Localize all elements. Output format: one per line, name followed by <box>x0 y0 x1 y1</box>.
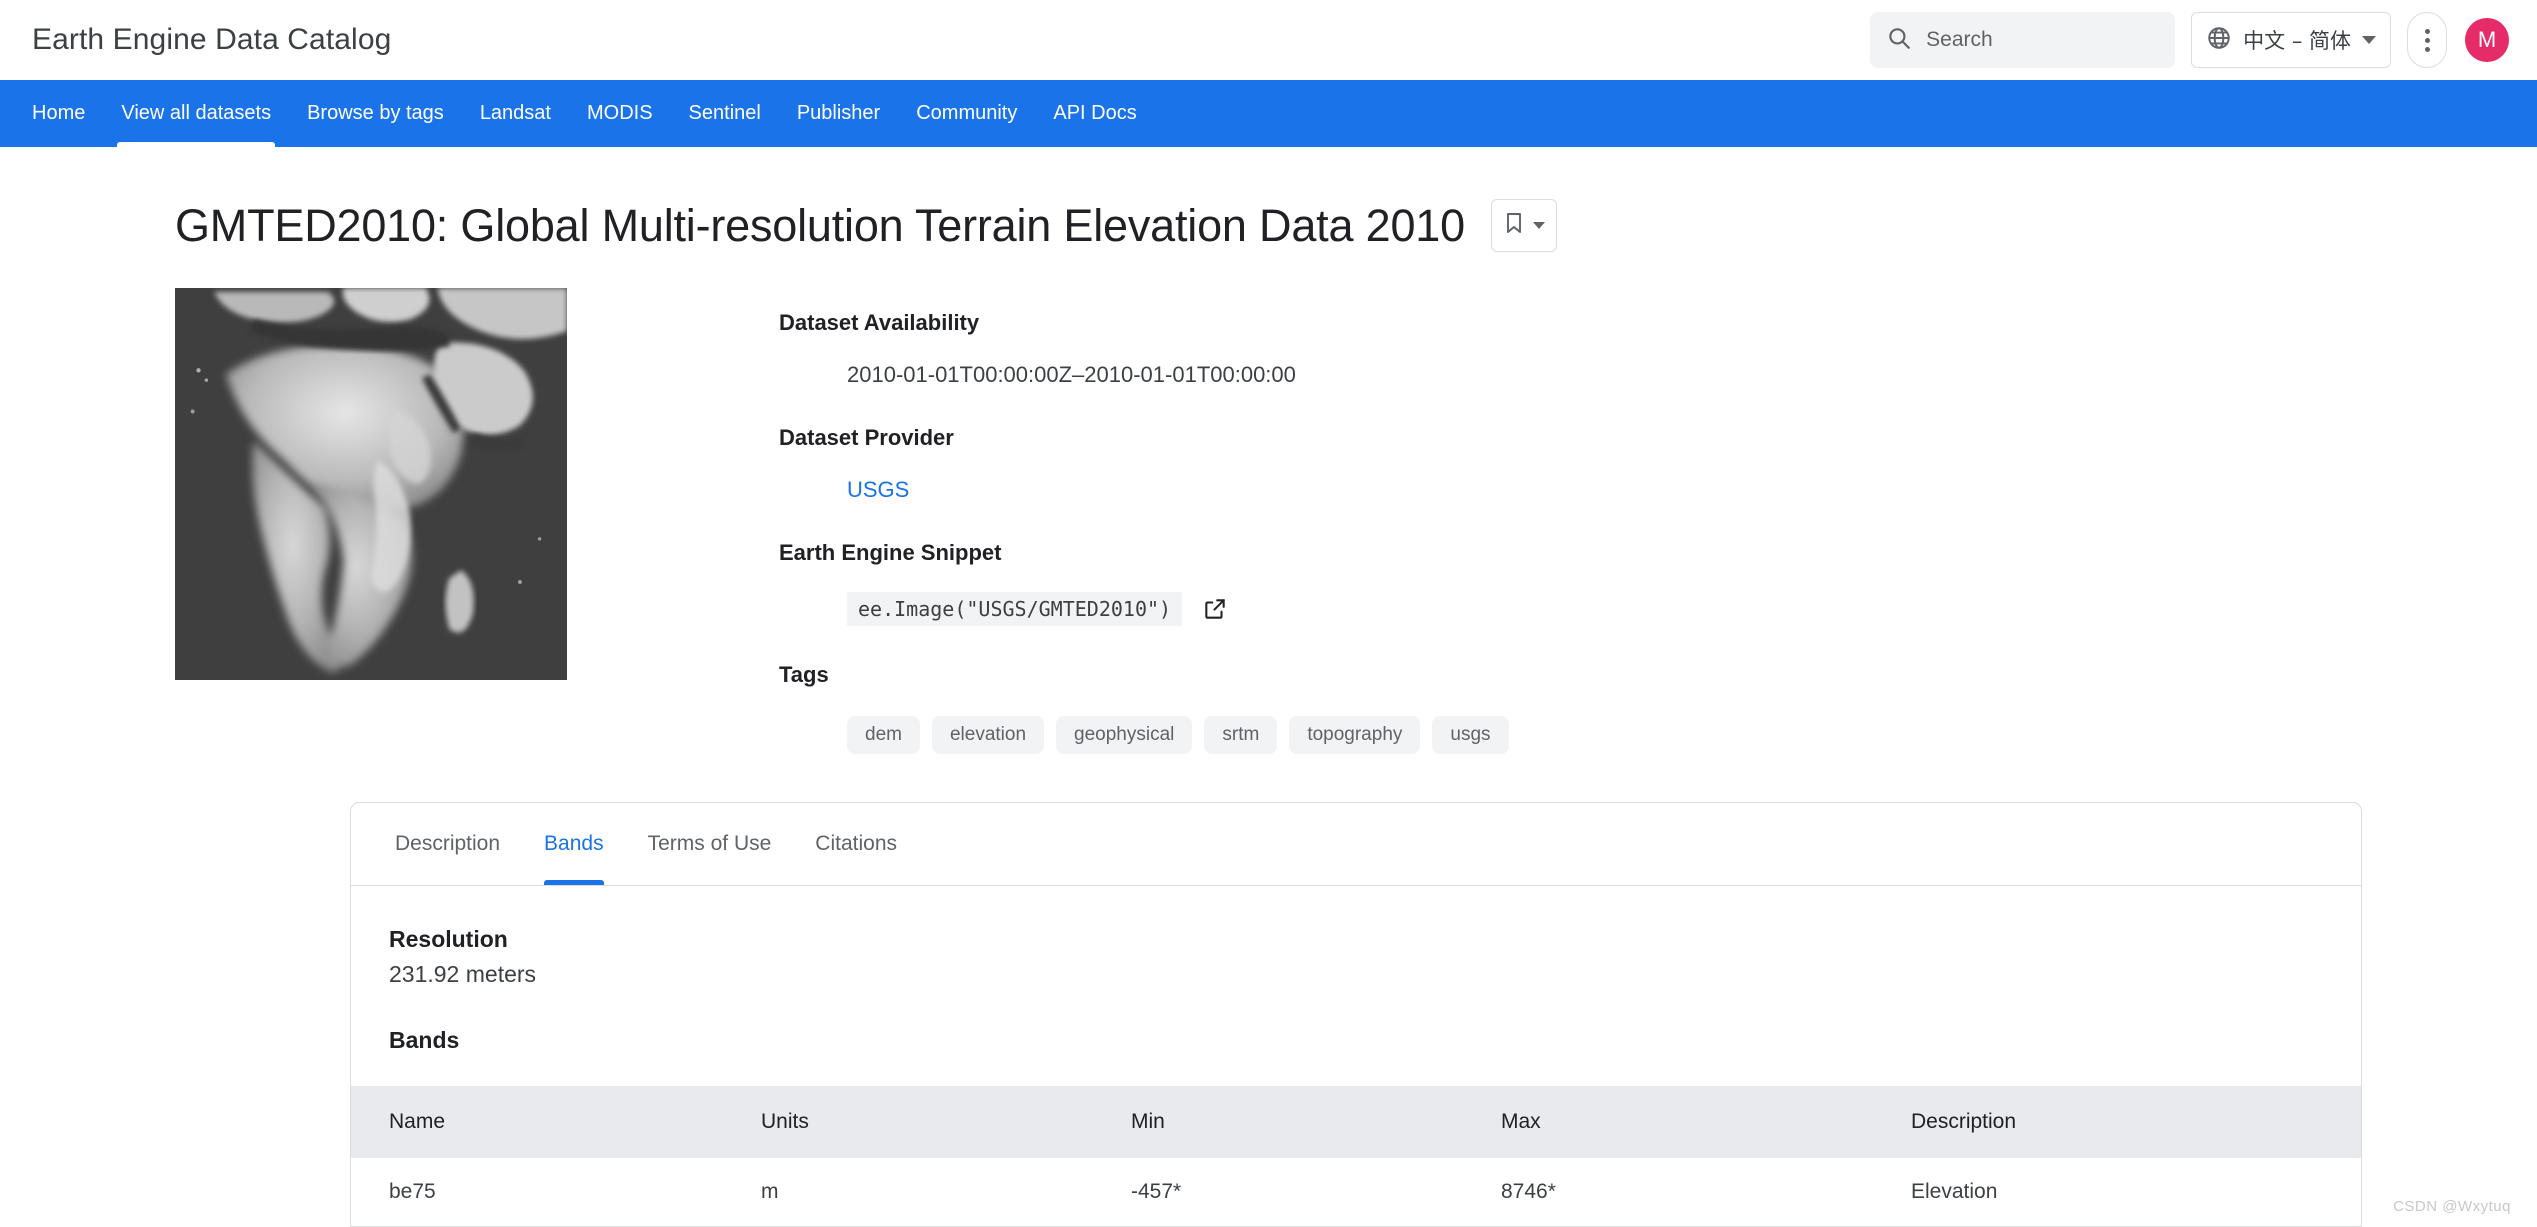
snippet-code[interactable]: ee.Image("USGS/GMTED2010") <box>847 592 1183 626</box>
chevron-down-icon <box>1533 222 1546 229</box>
tags-list: dem elevation geophysical srtm topograph… <box>779 716 1509 754</box>
chevron-down-icon <box>2362 36 2376 44</box>
avatar[interactable]: M <box>2465 18 2509 62</box>
tab-citations[interactable]: Citations <box>793 803 919 885</box>
kebab-menu-icon <box>2424 28 2430 34</box>
tags-label: Tags <box>779 662 829 687</box>
bands-panel: Resolution 231.92 meters Bands Name Unit… <box>351 886 2361 1226</box>
table-row: be75 m -457* 8746* Elevation <box>351 1158 2361 1226</box>
cell-band-max: 8746* <box>1501 1180 1556 1203</box>
search-input[interactable] <box>1926 28 2160 52</box>
language-selector-button[interactable]: 中文 – 简体 <box>2191 12 2391 68</box>
kebab-menu-icon <box>2424 37 2430 43</box>
provider-link[interactable]: USGS <box>847 477 909 502</box>
dataset-metadata: Dataset Availability 2010-01-01T00:00:00… <box>567 288 1509 754</box>
tag-usgs[interactable]: usgs <box>1432 716 1509 754</box>
top-header-bar: Earth Engine Data Catalog Search 中文 – 简体… <box>0 0 2537 80</box>
availability-label: Dataset Availability <box>779 310 980 335</box>
cell-band-units: m <box>761 1180 779 1203</box>
elevation-map-image <box>175 288 567 680</box>
tab-bands[interactable]: Bands <box>522 803 626 885</box>
nav-item-modis[interactable]: MODIS <box>569 80 671 147</box>
nav-item-sentinel[interactable]: Sentinel <box>671 80 779 147</box>
column-header-name: Name <box>351 1086 761 1158</box>
tag-topography[interactable]: topography <box>1289 716 1421 754</box>
snippet-row: ee.Image("USGS/GMTED2010") <box>779 592 1509 626</box>
nav-item-home[interactable]: Home <box>14 80 103 147</box>
bands-table-body: be75 m -457* 8746* Elevation <box>351 1158 2361 1226</box>
snippet-label: Earth Engine Snippet <box>779 540 1002 565</box>
kebab-menu-icon <box>2424 46 2430 52</box>
bands-label: Bands <box>389 1027 460 1053</box>
search-icon <box>1886 25 1912 56</box>
tab-terms-of-use[interactable]: Terms of Use <box>626 803 794 885</box>
language-label: 中文 – 简体 <box>2243 29 2351 53</box>
bands-table-head: Name Units Min Max Description <box>351 1086 2361 1158</box>
page-content: GMTED2010: Global Multi-resolution Terra… <box>0 147 2537 1227</box>
cell-band-name: be75 <box>389 1180 436 1203</box>
nav-item-community[interactable]: Community <box>898 80 1035 147</box>
dataset-thumbnail <box>175 288 567 680</box>
bookmark-icon <box>1502 211 1526 240</box>
availability-value: 2010-01-01T00:00:00Z–2010-01-01T00:00:00 <box>847 362 1296 387</box>
tab-description[interactable]: Description <box>373 803 522 885</box>
title-row: GMTED2010: Global Multi-resolution Terra… <box>175 199 2537 252</box>
dataset-info-area: Dataset Availability 2010-01-01T00:00:00… <box>175 288 2537 754</box>
provider-label: Dataset Provider <box>779 425 954 450</box>
more-options-button[interactable] <box>2407 12 2447 68</box>
header-actions: 中文 – 简体 M <box>1870 12 2509 68</box>
nav-item-view-all-datasets[interactable]: View all datasets <box>103 80 289 147</box>
bands-table-wrapper: Name Units Min Max Description be75 m -4… <box>351 1086 2361 1226</box>
bands-table: Name Units Min Max Description be75 m -4… <box>351 1086 2361 1226</box>
brand-title: Earth Engine Data Catalog <box>32 23 392 56</box>
column-header-max: Max <box>1501 1086 1911 1158</box>
cell-band-description: Elevation <box>1911 1180 1998 1203</box>
open-in-new-icon[interactable] <box>1202 596 1228 622</box>
nav-item-browse-by-tags[interactable]: Browse by tags <box>289 80 462 147</box>
nav-item-api-docs[interactable]: API Docs <box>1035 80 1154 147</box>
resolution-value: 231.92 meters <box>389 961 537 987</box>
page-title: GMTED2010: Global Multi-resolution Terra… <box>175 199 1465 251</box>
nav-item-landsat[interactable]: Landsat <box>462 80 569 147</box>
resolution-label: Resolution <box>389 926 508 952</box>
tag-dem[interactable]: dem <box>847 716 920 754</box>
cell-band-min: -457* <box>1131 1180 1182 1203</box>
column-header-min: Min <box>1131 1086 1501 1158</box>
tag-geophysical[interactable]: geophysical <box>1056 716 1193 754</box>
tag-elevation[interactable]: elevation <box>931 716 1045 754</box>
search-box[interactable] <box>1870 12 2176 68</box>
detail-tabs: Description Bands Terms of Use Citations <box>351 803 2361 886</box>
nav-item-publisher[interactable]: Publisher <box>779 80 898 147</box>
detail-card: Description Bands Terms of Use Citations… <box>350 802 2362 1227</box>
column-header-units: Units <box>761 1086 1131 1158</box>
watermark: CSDN @Wxytuq <box>2393 1198 2511 1215</box>
column-header-description: Description <box>1911 1086 2361 1158</box>
main-navigation: Home View all datasets Browse by tags La… <box>0 80 2537 147</box>
globe-icon <box>2206 25 2232 56</box>
bookmark-button[interactable] <box>1490 199 1557 252</box>
table-header-row: Name Units Min Max Description <box>351 1086 2361 1158</box>
provider-value: USGS <box>779 477 1509 503</box>
tag-srtm[interactable]: srtm <box>1204 716 1278 754</box>
